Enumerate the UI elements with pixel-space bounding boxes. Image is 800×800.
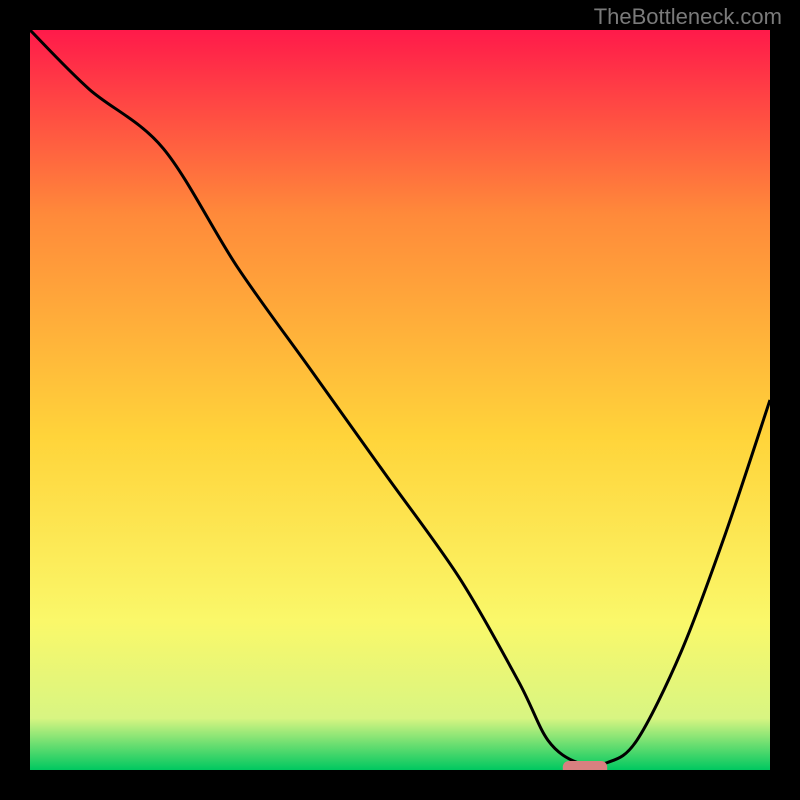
gradient-background (30, 30, 770, 770)
chart-svg (30, 30, 770, 770)
chart-plot-area (30, 30, 770, 770)
optimal-range-marker (563, 761, 607, 770)
watermark-label: TheBottleneck.com (594, 4, 782, 30)
